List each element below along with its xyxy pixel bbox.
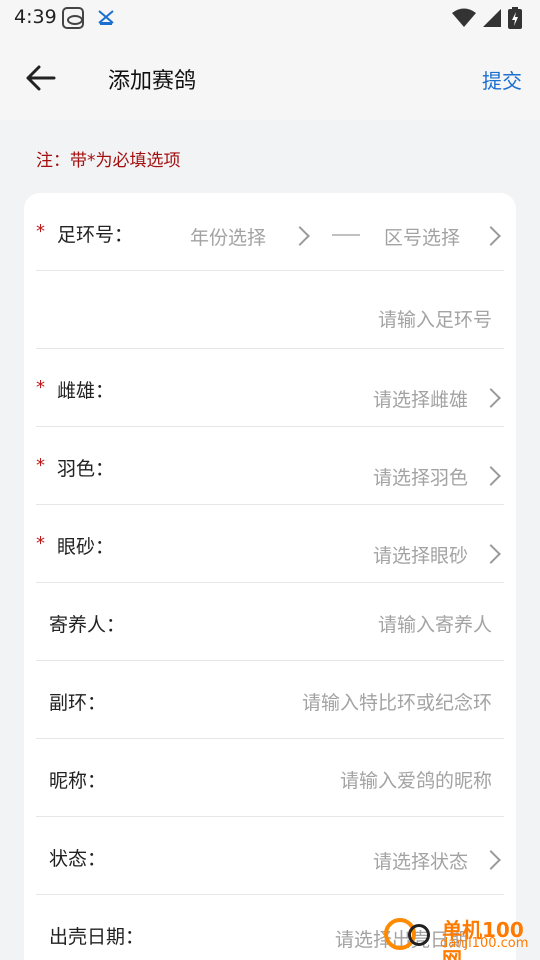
keeper-input[interactable]: 请输入寄养人	[378, 610, 492, 637]
eye-row[interactable]: * 眼砂： 请选择眼砂	[36, 505, 504, 583]
watermark-logo-icon	[408, 924, 430, 946]
gender-select[interactable]: 请选择雌雄	[373, 385, 468, 412]
status-bar: 4:39	[0, 0, 540, 36]
keeper-label: 寄养人：	[49, 614, 126, 636]
feather-row[interactable]: * 羽色： 请选择羽色	[36, 427, 504, 505]
ring-select-row: * 足环号： 年份选择 区号选择	[36, 193, 504, 271]
required-mark: *	[36, 533, 45, 554]
required-mark: *	[36, 455, 45, 476]
sub-ring-input[interactable]: 请输入特比环或纪念环	[302, 688, 492, 715]
required-note: 注：带*为必填选项	[36, 151, 181, 171]
keeper-row[interactable]: 寄养人： 请输入寄养人	[36, 583, 504, 661]
page-title: 添加赛鸽	[108, 69, 197, 94]
wifi-icon	[452, 8, 476, 32]
feather-select[interactable]: 请选择羽色	[373, 463, 468, 490]
app-notification-icon	[96, 7, 116, 27]
gender-label: 雌雄：	[57, 380, 115, 402]
watermark-url: danji100.com	[440, 936, 529, 951]
chevron-right-icon	[481, 226, 501, 246]
status-label: 状态：	[49, 848, 107, 870]
eye-label: 眼砂：	[57, 536, 115, 558]
site-watermark: 单机100网 danji100.com	[380, 912, 540, 960]
chevron-right-icon	[481, 388, 501, 408]
nickname-input[interactable]: 请输入爱鸽的昵称	[340, 766, 492, 793]
chevron-right-icon	[481, 544, 501, 564]
required-mark: *	[36, 377, 45, 398]
required-mark: *	[36, 221, 45, 242]
arrow-left-icon	[26, 65, 56, 91]
eye-select[interactable]: 请选择眼砂	[373, 541, 468, 568]
status-select[interactable]: 请选择状态	[373, 847, 468, 874]
ring-label: 足环号：	[57, 224, 134, 246]
ring-zone-select[interactable]: 区号选择	[384, 223, 460, 250]
battery-charging-icon	[508, 7, 522, 33]
gender-row[interactable]: * 雌雄： 请选择雌雄	[36, 349, 504, 427]
sub-ring-label: 副环：	[49, 692, 107, 714]
ring-year-select[interactable]: 年份选择	[190, 223, 266, 250]
nickname-label: 昵称：	[49, 770, 107, 792]
app-bar: 添加赛鸽 提交	[0, 36, 540, 120]
submit-button[interactable]: 提交	[482, 65, 522, 94]
signal-icon	[482, 8, 502, 32]
status-time: 4:39	[14, 6, 57, 28]
ring-number-row[interactable]: 请输入足环号	[36, 271, 504, 349]
back-button[interactable]	[24, 62, 60, 94]
teamviewer-icon	[62, 7, 84, 29]
ring-number-input[interactable]: 请输入足环号	[378, 305, 492, 332]
range-dash	[332, 234, 360, 236]
nickname-row[interactable]: 昵称： 请输入爱鸽的昵称	[36, 739, 504, 817]
chevron-right-icon	[481, 466, 501, 486]
chevron-right-icon	[290, 226, 310, 246]
chevron-right-icon	[481, 850, 501, 870]
form-card: * 足环号： 年份选择 区号选择 请输入足环号 * 雌雄： 请选择雌雄 * 羽色…	[24, 193, 516, 960]
hatch-date-label: 出壳日期：	[49, 926, 145, 948]
status-row[interactable]: 状态： 请选择状态	[36, 817, 504, 895]
feather-label: 羽色：	[57, 458, 115, 480]
sub-ring-row[interactable]: 副环： 请输入特比环或纪念环	[36, 661, 504, 739]
